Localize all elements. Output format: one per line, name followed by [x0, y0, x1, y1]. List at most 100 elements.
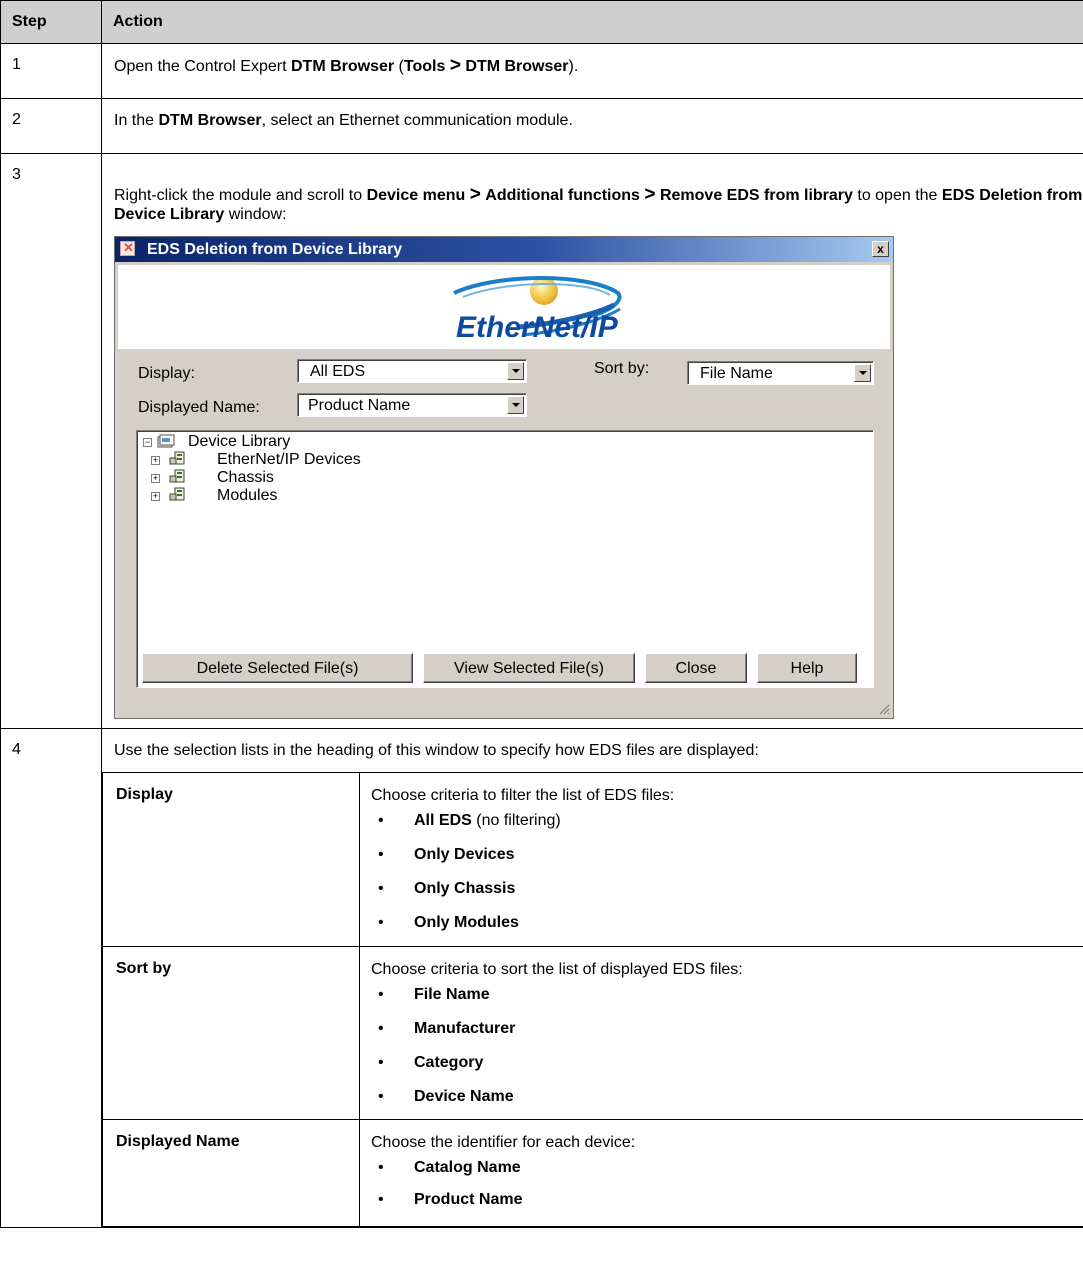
option-name: Sort by — [102, 946, 360, 1120]
option-name: Displayed Name — [102, 1119, 360, 1227]
list-item: • Only Modules — [371, 906, 1083, 940]
option-list: • Catalog Name • Product Name — [371, 1151, 1083, 1215]
ui-term: Tools — [403, 58, 446, 75]
text-run: Right-click the module and scroll to — [114, 187, 367, 204]
logo-text: EtherNet/IP — [456, 311, 619, 344]
list-item: • File Name — [371, 978, 1083, 1012]
close-button[interactable]: Close — [645, 653, 747, 683]
bullet: • — [378, 1054, 384, 1071]
option-description: Choose criteria to filter the list of ED… — [359, 772, 1083, 947]
ui-term: Additional functions — [485, 187, 640, 204]
option-name: Display — [102, 772, 360, 947]
tree-node-label: Modules — [217, 487, 278, 504]
item-label: Device Name — [414, 1088, 514, 1105]
item-label: Only Modules — [414, 914, 519, 931]
displayed-name-select[interactable]: Product Name — [297, 393, 527, 417]
text-run: In the — [114, 112, 159, 129]
expand-icon[interactable]: + — [151, 474, 160, 483]
option-list: • All EDS (no filtering) • Only Devices • O… — [371, 804, 1083, 940]
list-item: • Category — [371, 1046, 1083, 1080]
header-action: Action — [101, 0, 1083, 44]
bullet: • — [378, 1088, 384, 1105]
chevron-down-icon[interactable] — [507, 396, 524, 414]
option-desc-text: Choose criteria to sort the list of disp… — [371, 961, 743, 978]
text-run: ( — [394, 58, 404, 75]
step-number: 1 — [0, 43, 102, 99]
device-icon — [169, 451, 185, 465]
sort-select[interactable]: File Name — [687, 361, 874, 385]
help-button[interactable]: Help — [757, 653, 857, 683]
step-row-2: 2 In the DTM Browser, select an Ethernet… — [0, 98, 1083, 154]
delete-selected-files-button[interactable]: Delete Selected File(s) — [142, 653, 413, 683]
procedure-table: Step Action 1 Open the Control Expert DT… — [0, 0, 1083, 1228]
text-run: Open the Control Expert — [114, 58, 291, 75]
device-library-tree[interactable]: − Device Library + EtherNet/IP Devices +… — [136, 430, 874, 688]
item-label: Product Name — [414, 1191, 523, 1208]
bullet: • — [378, 1191, 384, 1208]
expand-icon[interactable]: + — [151, 492, 160, 501]
list-item: • Product Name — [371, 1185, 1083, 1215]
sort-value: File Name — [700, 365, 773, 382]
displayed-name-value: Product Name — [308, 397, 411, 414]
step-action: Right-click the module and scroll to Dev… — [101, 153, 1083, 729]
bullet: • — [378, 1159, 384, 1176]
list-item: • All EDS (no filtering) — [371, 804, 1083, 838]
menu-separator: > — [469, 184, 481, 205]
bullet: • — [378, 812, 384, 829]
text-run: ). — [568, 58, 579, 75]
logo-banner: EtherNet/IP ™ — [118, 265, 890, 349]
chevron-down-icon[interactable] — [507, 362, 524, 380]
eds-deletion-dialog: ✕ EDS Deletion from Device Library x Eth… — [114, 236, 894, 719]
text-run: to open the — [852, 187, 942, 204]
tree-node-label: Chassis — [217, 469, 274, 486]
close-icon[interactable]: x — [872, 241, 889, 257]
option-row-display: Display Choose criteria to filter the li… — [102, 772, 1083, 947]
list-item: • Device Name — [371, 1080, 1083, 1114]
bullet: • — [378, 846, 384, 863]
logo-trademark: ™ — [600, 313, 609, 323]
chevron-down-icon[interactable] — [854, 364, 871, 382]
tree-root-label: Device Library — [188, 433, 291, 450]
ui-term: DTM Browser — [158, 112, 262, 129]
list-item: • Only Devices — [371, 838, 1083, 872]
options-table: Display Choose criteria to filter the li… — [102, 772, 1083, 1227]
bullet: • — [378, 1020, 384, 1037]
displayed-name-label: Displayed Name: — [138, 399, 260, 416]
display-label: Display: — [138, 365, 195, 382]
page: Step Action 1 Open the Control Expert DT… — [0, 0, 1083, 1263]
display-value: All EDS — [310, 363, 366, 380]
bullet: • — [378, 986, 384, 1003]
option-desc-text: Choose the identifier for each device: — [371, 1134, 636, 1151]
step-number: 3 — [0, 153, 102, 729]
item-label: Manufacturer — [414, 1020, 516, 1037]
text-run: , select an Ethernet communication modul… — [261, 112, 573, 129]
resize-grip-icon[interactable] — [878, 703, 890, 715]
option-description: Choose the identifier for each device: •… — [359, 1119, 1083, 1227]
ui-term: Remove EDS from library — [659, 187, 853, 204]
item-label: Only Devices — [414, 846, 515, 863]
collapse-icon[interactable]: − — [143, 438, 152, 447]
option-description: Choose criteria to sort the list of disp… — [359, 946, 1083, 1120]
item-label: File Name — [414, 986, 490, 1003]
dialog-titlebar: ✕ EDS Deletion from Device Library x — [115, 237, 893, 262]
bullet: • — [378, 914, 384, 931]
library-icon — [157, 434, 175, 448]
step-row-4: 4 Use the selection lists in the heading… — [0, 728, 1083, 1228]
menu-separator: > — [449, 55, 461, 76]
display-select[interactable]: All EDS — [297, 359, 527, 383]
ethernet-ip-logo: EtherNet/IP ™ — [453, 276, 622, 344]
item-label: Catalog Name — [414, 1159, 521, 1176]
tree-node-label: EtherNet/IP Devices — [217, 451, 361, 468]
step-text: In the DTM Browser, select an Ethernet c… — [114, 99, 1083, 130]
sort-label: Sort by: — [594, 360, 650, 377]
item-label: Category — [414, 1054, 484, 1071]
expand-icon[interactable]: + — [151, 456, 160, 465]
view-selected-files-button[interactable]: View Selected File(s) — [423, 653, 635, 683]
ui-term: DTM Browser — [465, 58, 569, 75]
step-text: Right-click the module and scroll to Dev… — [114, 154, 1083, 224]
step-number: 2 — [0, 98, 102, 154]
item-label: Only Chassis — [414, 880, 516, 897]
menu-separator: > — [644, 184, 656, 205]
device-icon — [169, 487, 185, 501]
step-text: Open the Control Expert DTM Browser (Too… — [114, 44, 1083, 76]
